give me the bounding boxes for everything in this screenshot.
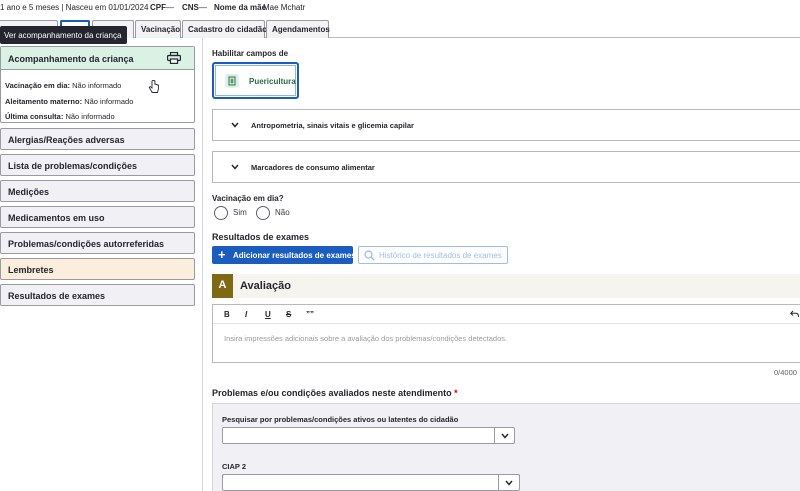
patient-age: 1 ano e 5 meses | Nasceu em 01/01/2024	[0, 3, 149, 12]
bold-button[interactable]: B	[224, 310, 230, 319]
avaliacao-editor[interactable]: B I U S ”” Insira impressões adicionais …	[212, 304, 800, 363]
row-value: Não informado	[65, 112, 115, 121]
radio-sim-label: Sim	[233, 208, 247, 217]
select-separator	[498, 475, 499, 490]
chevron-down-icon	[231, 122, 239, 128]
ciap-label: CIAP 2	[222, 462, 247, 471]
char-counter: 0/4000	[774, 368, 797, 377]
avaliacao-title: Avaliação	[240, 280, 291, 292]
select-separator	[494, 428, 495, 443]
resultados-label: Resultados de exames	[212, 232, 310, 242]
vacinacao-label: Vacinação em dia?	[212, 194, 284, 203]
add-resultados-button[interactable]: + Adicionar resultados de exames	[212, 246, 356, 264]
ciap-select[interactable]	[222, 474, 520, 491]
accordion-marcadores[interactable]: Marcadores de consumo alimentar	[212, 151, 800, 183]
sidebar-item-lembretes[interactable]: Lembretes	[0, 258, 195, 280]
cpf-value: —	[166, 3, 174, 12]
row-label: Aleitamento materno:	[5, 97, 83, 106]
problemas-panel: Pesquisar por problemas/condições ativos…	[212, 403, 800, 491]
puericultura-label: Puericultura	[249, 77, 296, 86]
sidebar-item-alergias[interactable]: Alergias/Reações adversas	[0, 128, 195, 150]
editor-placeholder: Insira impressões adicionais sobre a ava…	[224, 334, 508, 343]
chevron-down-icon	[231, 164, 239, 170]
pesquisar-problemas-select[interactable]	[222, 427, 515, 444]
sidebar-item-medicoes[interactable]: Medições	[0, 180, 195, 202]
tab-cadastro-cidadao[interactable]: Cadastro do cidadão	[182, 20, 267, 38]
italic-button[interactable]: I	[245, 310, 247, 319]
add-resultados-label: Adicionar resultados de exames	[233, 251, 356, 260]
problemas-title: Problemas e/ou condições avaliados neste…	[212, 388, 458, 398]
chevron-down-icon	[501, 433, 509, 439]
habilitar-label: Habilitar campos de	[212, 49, 289, 58]
radio-nao[interactable]	[256, 206, 270, 220]
main-content: Habilitar campos de Puericultura Antropo…	[204, 38, 800, 491]
row-label: Última consulta:	[5, 112, 64, 121]
crianca-row-ultima-consulta: Última consulta: Não informado	[5, 112, 115, 121]
accordion-label: Marcadores de consumo alimentar	[251, 163, 375, 172]
tab-agendamentos[interactable]: Agendamentos	[266, 20, 330, 38]
row-label: Vacinação em dia:	[5, 81, 71, 90]
required-mark: *	[454, 388, 458, 398]
patient-header: 1 ano e 5 meses | Nasceu em 01/01/2024 C…	[0, 0, 800, 17]
chevron-down-icon	[505, 480, 513, 486]
pesquisar-label: Pesquisar por problemas/condições ativos…	[222, 415, 459, 424]
historico-label: Histórico de resultados de exames	[379, 251, 502, 260]
sidebar-item-medicamentos[interactable]: Medicamentos em uso	[0, 206, 195, 228]
crianca-panel-header[interactable]: Acompanhamento da criança	[1, 47, 194, 70]
problemas-title-text: Problemas e/ou condições avaliados neste…	[212, 388, 452, 398]
historico-resultados-button[interactable]: Histórico de resultados de exames	[358, 246, 508, 264]
puericultura-icon	[225, 74, 239, 88]
mother-label: Nome da mãe	[214, 3, 267, 12]
underline-button[interactable]: U	[265, 310, 271, 319]
puericultura-button[interactable]: Puericultura	[212, 62, 299, 99]
sidebar-item-autorreferidas[interactable]: Problemas/condições autorreferidas	[0, 232, 195, 254]
plus-icon: +	[218, 247, 226, 262]
row-value: Não informado	[84, 97, 134, 106]
quote-button[interactable]: ””	[306, 310, 314, 319]
radio-nao-label: Não	[275, 208, 290, 217]
sidebar-item-resultados-exames[interactable]: Resultados de exames	[0, 284, 195, 306]
editor-toolbar: B I U S ””	[213, 305, 800, 324]
printer-icon[interactable]	[167, 52, 181, 64]
tab-vacinacao[interactable]: Vacinação	[135, 20, 181, 38]
avaliacao-badge: A	[212, 274, 233, 298]
accordion-antropometria[interactable]: Antropometria, sinais vitais e glicemia …	[212, 109, 800, 141]
crianca-row-aleitamento: Aleitamento materno: Não informado	[5, 97, 133, 106]
avaliacao-section-header: A Avaliação	[212, 274, 800, 298]
cns-label: CNS	[182, 3, 199, 12]
cpf-label: CPF	[150, 3, 166, 12]
crianca-row-vacinacao: Vacinação em dia: Não informado	[5, 81, 121, 90]
crianca-panel-title: Acompanhamento da criança	[8, 54, 134, 64]
cns-value: —	[199, 3, 207, 12]
sidebar: Acompanhamento da criança Vacinação em d…	[0, 38, 203, 491]
search-icon	[364, 250, 375, 261]
undo-icon[interactable]	[790, 310, 799, 318]
accordion-label: Antropometria, sinais vitais e glicemia …	[251, 121, 414, 130]
radio-sim[interactable]	[214, 206, 228, 220]
crianca-panel: Acompanhamento da criança Vacinação em d…	[0, 46, 195, 123]
row-value: Não informado	[72, 81, 122, 90]
sidebar-item-lista-problemas[interactable]: Lista de problemas/condições	[0, 154, 195, 176]
tooltip: Ver acompanhamento da criança	[0, 26, 127, 44]
strikethrough-button[interactable]: S	[286, 310, 291, 319]
hand-cursor-icon	[148, 80, 159, 93]
mother-value: Mae Mchatr	[263, 3, 306, 12]
